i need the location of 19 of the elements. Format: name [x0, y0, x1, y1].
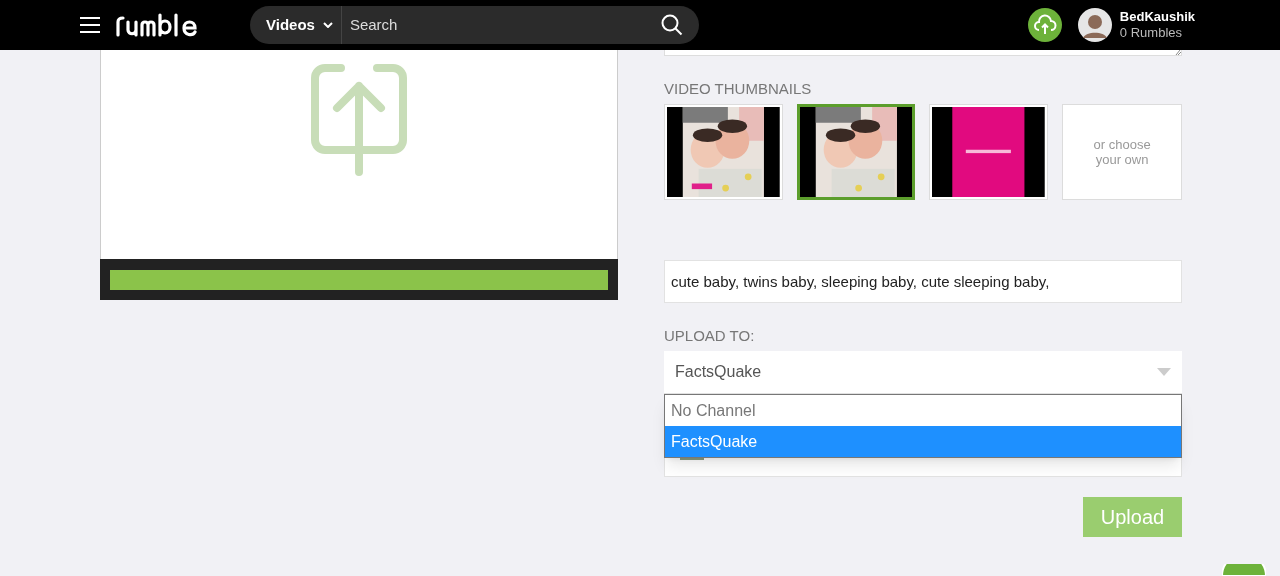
search-input[interactable]: Search	[349, 13, 661, 37]
description-field[interactable]	[664, 50, 1182, 56]
search-field[interactable]: Search	[341, 6, 699, 44]
user-name[interactable]: BedKaushik	[1119, 9, 1195, 25]
resize-handle-icon	[1175, 50, 1181, 55]
rumbles-count: 0 Rumbles	[1119, 25, 1183, 41]
search-icon[interactable]	[661, 14, 683, 36]
chevron-icon	[322, 22, 333, 28]
avatar-icon[interactable]	[1077, 8, 1112, 42]
channel-select[interactable]: FactsQuake	[664, 351, 1182, 393]
dropdown-option[interactable]: No Channel	[665, 395, 1181, 426]
upload-cloud-icon[interactable]	[1027, 8, 1062, 42]
search-scope-select[interactable]: Videos	[250, 6, 342, 44]
help-icon[interactable]	[1222, 564, 1266, 576]
menu-icon[interactable]	[80, 17, 100, 33]
section-label: VIDEO THUMBNAILS	[664, 81, 813, 97]
caret-icon	[1157, 368, 1171, 376]
tags-field[interactable]: cute baby, twins baby, sleeping baby, cute sleeping baby,	[664, 260, 1182, 303]
section-label: UPLOAD TO:	[664, 328, 756, 344]
